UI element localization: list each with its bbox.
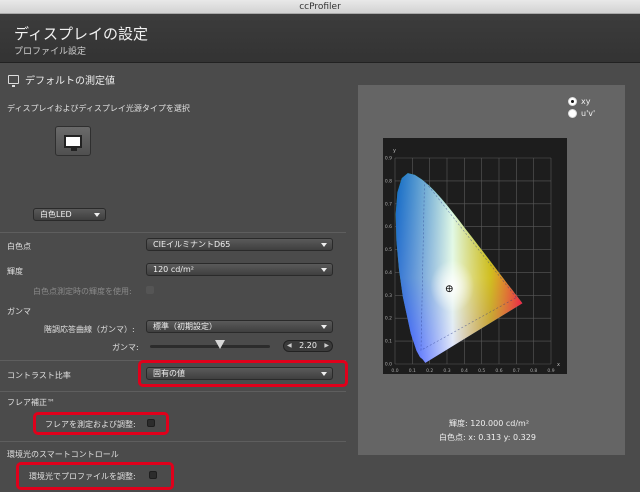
y-tick-label: 0.0 [385, 362, 392, 368]
x-tick-label: 0.9 [547, 368, 554, 374]
gamma-slider-track[interactable] [150, 345, 270, 348]
y-tick-label: 0.9 [385, 156, 392, 162]
page-subtitle: プロファイル設定 [14, 47, 87, 57]
divider [0, 232, 346, 233]
x-tick-label: 0.2 [426, 368, 433, 374]
gamma-value-label: ガンマ: [112, 343, 139, 352]
display-type-monitor-button[interactable] [55, 126, 91, 156]
flare-section-label: フレア補正™ [7, 398, 55, 407]
use-measured-luminance-checkbox[interactable] [146, 286, 154, 294]
gamma-slider-thumb[interactable] [215, 340, 225, 349]
display-type-label: ディスプレイおよびディスプレイ光源タイプを選択 [7, 104, 190, 113]
light-source-popup[interactable]: 白色LED [33, 208, 106, 221]
x-tick-label: 0.7 [513, 368, 520, 374]
monitor-icon [64, 134, 82, 148]
window-titlebar: ccProfiler [0, 0, 640, 14]
use-measured-luminance-label: 白色点測定時の輝度を使用: [33, 287, 132, 296]
x-tick-label: 0.4 [461, 368, 468, 374]
page-title: ディスプレイの設定 [14, 25, 148, 43]
luminance-label: 輝度 [7, 267, 23, 276]
chevron-left-icon[interactable]: ◀ [287, 341, 292, 351]
x-tick-label: 0.0 [391, 368, 398, 374]
radio-button[interactable] [568, 109, 577, 118]
y-axis-label: y [393, 148, 396, 154]
chevron-down-icon [321, 325, 327, 329]
divider [0, 391, 346, 392]
gamma-curve-value: 標準（初期設定） [153, 322, 217, 331]
monitor-icon [8, 75, 19, 87]
x-tick-label: 0.3 [443, 368, 450, 374]
radio-xy-label: xy [581, 97, 591, 106]
gamma-stepper[interactable]: ◀ 2.20 ▶ [283, 340, 333, 352]
gamma-section-label: ガンマ [7, 307, 31, 316]
flare-checkbox[interactable] [147, 419, 155, 427]
chevron-down-icon [321, 372, 327, 376]
light-source-value: 白色LED [40, 210, 72, 219]
y-tick-label: 0.8 [385, 178, 392, 184]
ambient-checkbox-label: 環境光でプロファイルを調整: [29, 472, 136, 481]
x-tick-label: 0.5 [478, 368, 485, 374]
divider [0, 441, 346, 442]
white-region [430, 260, 475, 313]
y-tick-label: 0.4 [385, 270, 392, 276]
x-tick-label: 0.1 [409, 368, 416, 374]
y-tick-label: 0.3 [385, 293, 392, 299]
radio-uv[interactable]: u'v' [568, 109, 595, 118]
white-point-label: 白色点 [7, 242, 31, 251]
ambient-section-label: 環境光のスマートコントロール [7, 450, 119, 459]
gamma-curve-popup[interactable]: 標準（初期設定） [146, 320, 333, 333]
chromaticity-chart: 0.0 0.1 0.2 0.3 0.4 0.5 0.6 0.7 0.8 0.9 0.0 0.1 0.2 0… [383, 138, 567, 374]
luminance-value: 120 cd/m² [153, 265, 194, 274]
chevron-down-icon [321, 243, 327, 247]
y-tick-label: 0.6 [385, 224, 392, 230]
x-tick-label: 0.8 [530, 368, 537, 374]
radio-uv-label: u'v' [581, 109, 596, 118]
contrast-popup[interactable]: 固有の値 [146, 367, 333, 380]
section-header: デフォルトの測定値 [8, 72, 115, 87]
y-tick-label: 0.2 [385, 316, 392, 322]
contrast-label: コントラスト比率 [7, 371, 71, 380]
white-point-popup[interactable]: CIEイルミナントD65 [146, 238, 333, 251]
white-point-readout: 白色点: x: 0.313 y: 0.329 [439, 433, 536, 442]
luminance-popup[interactable]: 120 cd/m² [146, 263, 333, 276]
white-point-value: CIEイルミナントD65 [153, 240, 231, 249]
gamma-curve-label: 階調応答曲線（ガンマ）: [44, 325, 135, 334]
page-header: ディスプレイの設定 プロファイル設定 [0, 14, 640, 63]
section-title: デフォルトの測定値 [25, 76, 115, 87]
radio-button[interactable] [568, 97, 577, 106]
x-axis-label: x [557, 362, 560, 368]
chevron-right-icon[interactable]: ▶ [324, 341, 329, 351]
chromaticity-chart-svg: 0.0 0.1 0.2 0.3 0.4 0.5 0.6 0.7 0.8 0.9 0.0 0.1 0.2 0… [385, 148, 560, 374]
ambient-checkbox[interactable] [149, 471, 157, 479]
chevron-down-icon [321, 268, 327, 272]
y-tick-label: 0.1 [385, 339, 392, 345]
x-tick-label: 0.6 [495, 368, 502, 374]
luminance-readout: 輝度: 120.000 cd/m² [449, 419, 530, 428]
y-tick-label: 0.5 [385, 247, 392, 253]
radio-xy[interactable]: xy [568, 97, 590, 106]
gamma-stepper-value: 2.20 [299, 341, 317, 350]
contrast-value: 固有の値 [153, 369, 185, 378]
y-tick-label: 0.7 [385, 201, 392, 207]
flare-checkbox-label: フレアを測定および調整: [45, 420, 136, 429]
chevron-down-icon [94, 213, 100, 217]
